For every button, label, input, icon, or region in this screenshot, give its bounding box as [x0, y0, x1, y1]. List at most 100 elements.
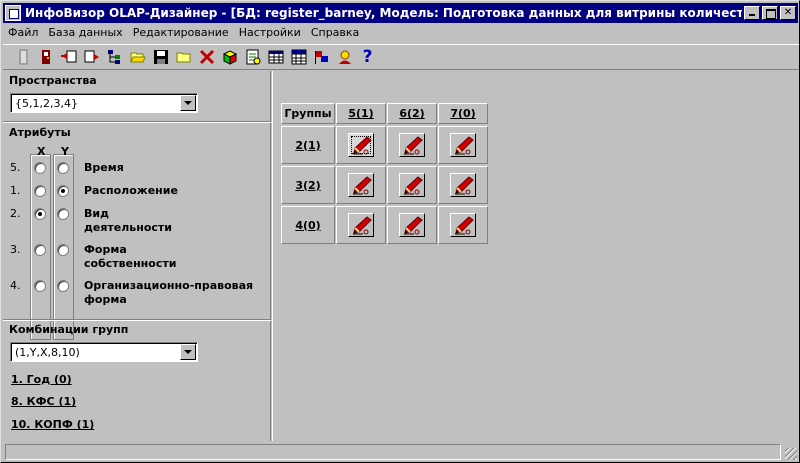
- pencil-icon: [404, 216, 423, 235]
- radio-y[interactable]: [57, 162, 69, 174]
- grid-corner-label: Группы: [284, 107, 332, 120]
- grid-cell: [438, 126, 488, 164]
- divider: [3, 319, 271, 321]
- attribute-name: Время: [84, 161, 124, 174]
- flags-icon[interactable]: [310, 46, 333, 68]
- spaces-value: {5,1,2,3,4}: [15, 97, 78, 110]
- radio-y[interactable]: [57, 244, 69, 256]
- menu-help[interactable]: Справка: [306, 24, 364, 42]
- grid-cell: [438, 206, 488, 244]
- edit-pencil-button[interactable]: [450, 133, 476, 157]
- column-header[interactable]: 7(0): [438, 103, 488, 124]
- folder-icon[interactable]: [172, 46, 195, 68]
- grid-cell: [438, 166, 488, 204]
- pencil-icon: [404, 176, 423, 195]
- chevron-down-icon[interactable]: [180, 344, 196, 360]
- column-header[interactable]: 6(2): [387, 103, 437, 124]
- tree-icon[interactable]: [103, 46, 126, 68]
- column-header-label: 5(1): [348, 107, 374, 120]
- x-axis-label: X: [37, 145, 46, 158]
- pencil-icon: [455, 216, 474, 235]
- grid-cell: [387, 206, 437, 244]
- divider: [3, 121, 271, 123]
- attribute-number: 3.: [10, 243, 21, 256]
- column-header-label: 6(2): [399, 107, 425, 120]
- left-panel: Пространства {5,1,2,3,4} Атрибуты X Y 5.…: [3, 71, 273, 441]
- attribute-number: 2.: [10, 207, 21, 220]
- row-header[interactable]: 3(2): [281, 166, 335, 204]
- group-link-kfs[interactable]: 8. КФС (1): [11, 395, 76, 408]
- close-button[interactable]: ✕: [780, 6, 796, 20]
- radio-y[interactable]: [57, 280, 69, 292]
- menu-settings[interactable]: Настройки: [234, 24, 306, 42]
- menu-file[interactable]: Файл: [3, 24, 43, 42]
- right-panel: Группы 5(1) 6(2) 7(0) 2(1) 3(2) 4(0): [275, 71, 799, 441]
- minimize-button[interactable]: [744, 6, 760, 20]
- radio-y[interactable]: [57, 208, 69, 220]
- radio-x[interactable]: [34, 244, 46, 256]
- import-icon[interactable]: [57, 46, 80, 68]
- group-link-year[interactable]: 1. Год (0): [11, 373, 72, 386]
- open-folder-icon[interactable]: [126, 46, 149, 68]
- pencil-icon: [353, 216, 372, 235]
- combos-value: (1,Y,X,8,10): [15, 346, 80, 359]
- pencil-icon: [455, 136, 474, 155]
- attribute-number: 1.: [10, 184, 21, 197]
- cube-icon[interactable]: [218, 46, 241, 68]
- grid-cell: [336, 206, 386, 244]
- edit-pencil-button[interactable]: [450, 173, 476, 197]
- pencil-icon: [455, 176, 474, 195]
- attribute-name: Форма собственности: [84, 243, 177, 270]
- chevron-down-icon[interactable]: [180, 95, 196, 111]
- radio-x[interactable]: [34, 185, 46, 197]
- edit-pencil-button[interactable]: [399, 133, 425, 157]
- edit-pencil-button[interactable]: [348, 133, 374, 157]
- row-header-label: 3(2): [295, 178, 321, 192]
- spaces-label: Пространства: [9, 74, 97, 87]
- edit-pencil-button[interactable]: [450, 213, 476, 237]
- report-icon[interactable]: [241, 46, 264, 68]
- pencil-icon: [404, 136, 423, 155]
- radio-y[interactable]: [57, 185, 69, 197]
- radio-x[interactable]: [34, 280, 46, 292]
- edit-pencil-button[interactable]: [399, 173, 425, 197]
- grid-corner: Группы: [281, 103, 335, 124]
- menu-database[interactable]: База данных: [43, 24, 127, 42]
- row-header-label: 4(0): [295, 218, 321, 232]
- resize-grip-icon[interactable]: [785, 448, 797, 460]
- row-header-label: 2(1): [295, 138, 321, 152]
- save-icon[interactable]: [149, 46, 172, 68]
- maximize-button[interactable]: [762, 6, 778, 20]
- grid-icon[interactable]: [287, 46, 310, 68]
- menu-edit[interactable]: Редактирование: [128, 24, 234, 42]
- app-icon[interactable]: [5, 5, 21, 21]
- grid-cell: [336, 166, 386, 204]
- group-link-kopf[interactable]: 10. КОПФ (1): [11, 418, 94, 431]
- exit-icon[interactable]: [34, 46, 57, 68]
- edit-pencil-button[interactable]: [399, 213, 425, 237]
- title-bar[interactable]: ИнфоВизор OLAP-Дизайнер - [БД: register_…: [3, 3, 798, 23]
- attribute-number: 5.: [10, 161, 21, 174]
- row-header[interactable]: 4(0): [281, 206, 335, 244]
- help-icon[interactable]: ?: [356, 46, 379, 68]
- radio-x[interactable]: [34, 162, 46, 174]
- attributes-label: Атрибуты: [9, 126, 71, 139]
- row-header[interactable]: 2(1): [281, 126, 335, 164]
- door-icon[interactable]: [11, 46, 34, 68]
- edit-pencil-button[interactable]: [348, 173, 374, 197]
- edit-pencil-button[interactable]: [348, 213, 374, 237]
- attribute-name: Вид деятельности: [84, 207, 173, 234]
- combos-label: Комбинации групп: [9, 323, 129, 336]
- column-header[interactable]: 5(1): [336, 103, 386, 124]
- combos-combo[interactable]: (1,Y,X,8,10): [10, 342, 198, 362]
- toolbar: ?: [3, 44, 799, 70]
- wizard-icon[interactable]: [333, 46, 356, 68]
- radio-x[interactable]: [34, 208, 46, 220]
- delete-icon[interactable]: [195, 46, 218, 68]
- window-title: ИнфоВизор OLAP-Дизайнер - [БД: register_…: [25, 6, 742, 20]
- grid-cell: [387, 126, 437, 164]
- export-icon[interactable]: [80, 46, 103, 68]
- app-window: ИнфоВизор OLAP-Дизайнер - [БД: register_…: [0, 0, 800, 463]
- table-icon[interactable]: [264, 46, 287, 68]
- spaces-combo[interactable]: {5,1,2,3,4}: [10, 93, 198, 113]
